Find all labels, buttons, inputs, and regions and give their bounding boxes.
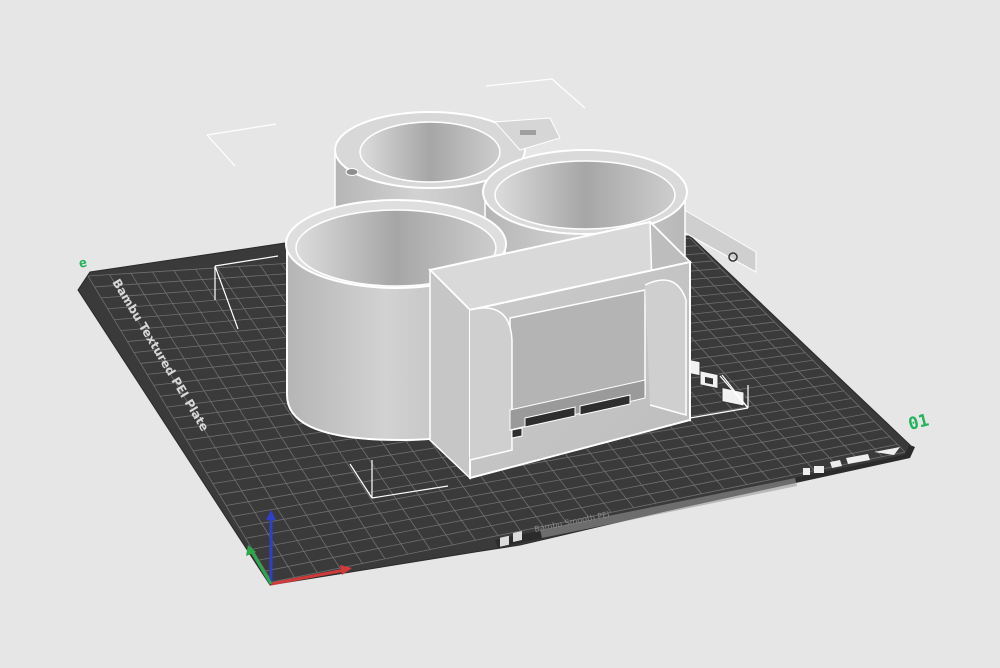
selection-box-top-left [206,123,277,167]
plate-number[interactable]: 01 [906,410,931,434]
plate-icon[interactable] [513,531,522,542]
plate-strip-icon-2[interactable] [814,466,824,473]
3d-model[interactable] [285,111,693,480]
3d-viewport[interactable]: Bambu Textured PEI Plate 01 e Bambu Smoo… [0,0,1000,668]
plate-strip-icon-1[interactable] [803,468,810,475]
selection-box-top-right [485,78,586,109]
plate-index-glyph[interactable]: e [77,255,88,271]
scene-canvas[interactable]: Bambu Textured PEI Plate 01 e Bambu Smoo… [0,0,1000,668]
filament-icon[interactable] [500,535,509,547]
